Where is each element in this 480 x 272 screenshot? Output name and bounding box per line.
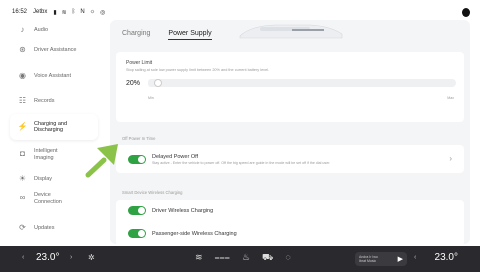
power-limit-slider-row: 20% <box>126 75 456 91</box>
wifi-icon: ≋ <box>61 9 67 16</box>
plug-icon: ⚡ <box>17 121 28 131</box>
sidebar-item-voice-assistant[interactable]: ◉ Voice Assistant <box>18 72 71 81</box>
sidebar-item-audio[interactable]: ♪ Audio <box>18 25 49 35</box>
power-limit-title: Power Limit <box>126 60 153 66</box>
passenger-wireless-row[interactable]: Passenger-side Wireless Charging <box>128 229 237 238</box>
climate-controls: ≋ ⩶ ♨ ⛟ ◌ <box>195 252 291 264</box>
bluetooth-icon: ᛒ <box>71 9 76 15</box>
sidebar-item-label: Display <box>34 176 53 183</box>
sidebar-item-records[interactable]: ☷ Records <box>18 96 55 106</box>
delayed-power-off-desc: Stay active - Enter the vehicle to power… <box>152 160 331 165</box>
records-icon: ☷ <box>18 96 27 106</box>
sidebar-item-intelligent-imaging[interactable]: ◘ Intelligent Imaging <box>18 148 74 161</box>
signal-icon: ▮ <box>53 9 57 16</box>
passenger-wireless-label: Passenger-side Wireless Charging <box>152 230 237 237</box>
sidebar-item-driver-assistance[interactable]: ⊛ Driver Assistance <box>18 45 77 55</box>
power-limit-desc: Stop sailing at sole low power supply li… <box>126 68 270 72</box>
sidebar-item-label: Driver Assistance <box>34 47 77 54</box>
tab-bar: Charging Power Supply <box>122 30 212 40</box>
temp-right[interactable]: 23.0° <box>435 252 458 263</box>
annotation-arrow-icon <box>85 144 118 178</box>
wireless-section-title: Smart Device Wireless Charging <box>122 190 183 195</box>
delayed-power-off-title: Delayed Power Off <box>152 153 199 160</box>
power-limit-knob[interactable] <box>154 79 163 87</box>
notification-icon: N <box>80 9 85 15</box>
sidebar-item-device-connection[interactable]: ∞ Device Connection <box>18 192 74 205</box>
defrost-front-icon[interactable]: ≋ <box>195 252 203 264</box>
power-limit-slider[interactable] <box>148 79 456 87</box>
sidebar-item-charging[interactable]: ⚡ Charging and Discharging <box>10 114 98 140</box>
sidebar-item-label: Device Connection <box>34 192 62 205</box>
sidebar-item-label: Records <box>34 98 55 105</box>
driver-wireless-toggle[interactable] <box>128 206 146 215</box>
sidebar-item-label: Intelligent Imaging <box>34 148 58 161</box>
media-widget[interactable]: Andra Ir Iwo Ibrat Music ▶ <box>355 252 407 266</box>
sun-icon: ☀ <box>18 174 27 184</box>
sidebar-item-label: Voice Assistant <box>34 73 71 80</box>
link-icon: ∞ <box>19 193 26 203</box>
slider-min-label: Min <box>148 96 154 100</box>
camera-icon: ◘ <box>20 149 25 159</box>
delayed-power-off-toggle[interactable] <box>128 154 146 164</box>
status-time: 16:52 <box>12 9 28 15</box>
power-supply-panel: Charging Power Supply Power Limit Stop s… <box>110 20 470 246</box>
bottom-control-bar: ‹ 23.0° › ✲ ≋ ⩶ ♨ ⛟ ◌ Andra Ir Iwo Ibrat… <box>0 246 480 272</box>
sidebar-item-label: Charging and Discharging <box>34 120 68 134</box>
sidebar-item-updates[interactable]: ⟳ Updates <box>18 223 55 233</box>
chevron-right-icon[interactable]: › <box>449 154 452 163</box>
driver-wireless-row[interactable]: Driver Wireless Charging <box>128 206 213 215</box>
sidebar-item-label: Audio <box>34 27 49 34</box>
temp-right-decrease-icon[interactable]: ‹ <box>414 254 416 261</box>
media-subtitle: Ibrat Music <box>359 259 377 263</box>
power-limit-value: 20% <box>126 79 141 87</box>
status-icons: ▮ ≋ ᛒ N ☼ ◎ <box>53 9 105 16</box>
delayed-power-off-text: Delayed Power Off Stay active - Enter th… <box>152 154 330 165</box>
seat-heat-icon[interactable]: ♨ <box>242 252 250 264</box>
settings-sidebar: ♪ Audio ⊛ Driver Assistance ◉ Voice Assi… <box>0 20 100 244</box>
speaker-icon: ♪ <box>20 25 25 35</box>
temp-left-decrease-icon[interactable]: ‹ <box>22 254 24 261</box>
passenger-wireless-toggle[interactable] <box>128 229 146 238</box>
status-carrier: Jetbx <box>33 9 48 15</box>
profile-icon[interactable] <box>462 8 470 17</box>
car-image <box>239 24 343 39</box>
sidebar-item-label: Updates <box>34 225 55 232</box>
temp-left-increase-icon[interactable]: › <box>70 254 72 261</box>
driver-wireless-label: Driver Wireless Charging <box>152 207 214 214</box>
tab-power-supply[interactable]: Power Supply <box>168 30 212 40</box>
voice-icon: ◉ <box>19 71 26 81</box>
wireless-charging-card: Driver Wireless Charging Passenger-side … <box>116 200 464 246</box>
update-icon: ⟳ <box>19 223 26 233</box>
temp-left-value: 23.0 <box>36 252 56 263</box>
sun-status-icon: ☼ <box>89 9 96 15</box>
sidebar-item-display[interactable]: ☀ Display <box>18 175 52 184</box>
delayed-section-title: Off Power In Time <box>122 136 156 141</box>
play-icon[interactable]: ▶ <box>398 255 403 263</box>
tab-charging[interactable]: Charging <box>122 30 150 40</box>
slider-max-label: Max <box>447 96 454 100</box>
car-icon[interactable]: ⛟ <box>262 252 273 264</box>
steering-icon: ⊛ <box>19 45 26 55</box>
delayed-power-off-row[interactable]: Delayed Power Off Stay active - Enter th… <box>116 145 464 173</box>
defrost-rear-icon[interactable]: ⩶ <box>215 252 230 264</box>
temp-right-value: 23.0 <box>434 252 454 263</box>
temp-left[interactable]: 23.0° <box>36 252 59 263</box>
recirc-icon[interactable]: ◌ <box>285 252 290 264</box>
location-icon: ◎ <box>100 9 106 16</box>
fan-icon[interactable]: ✲ <box>88 253 95 262</box>
